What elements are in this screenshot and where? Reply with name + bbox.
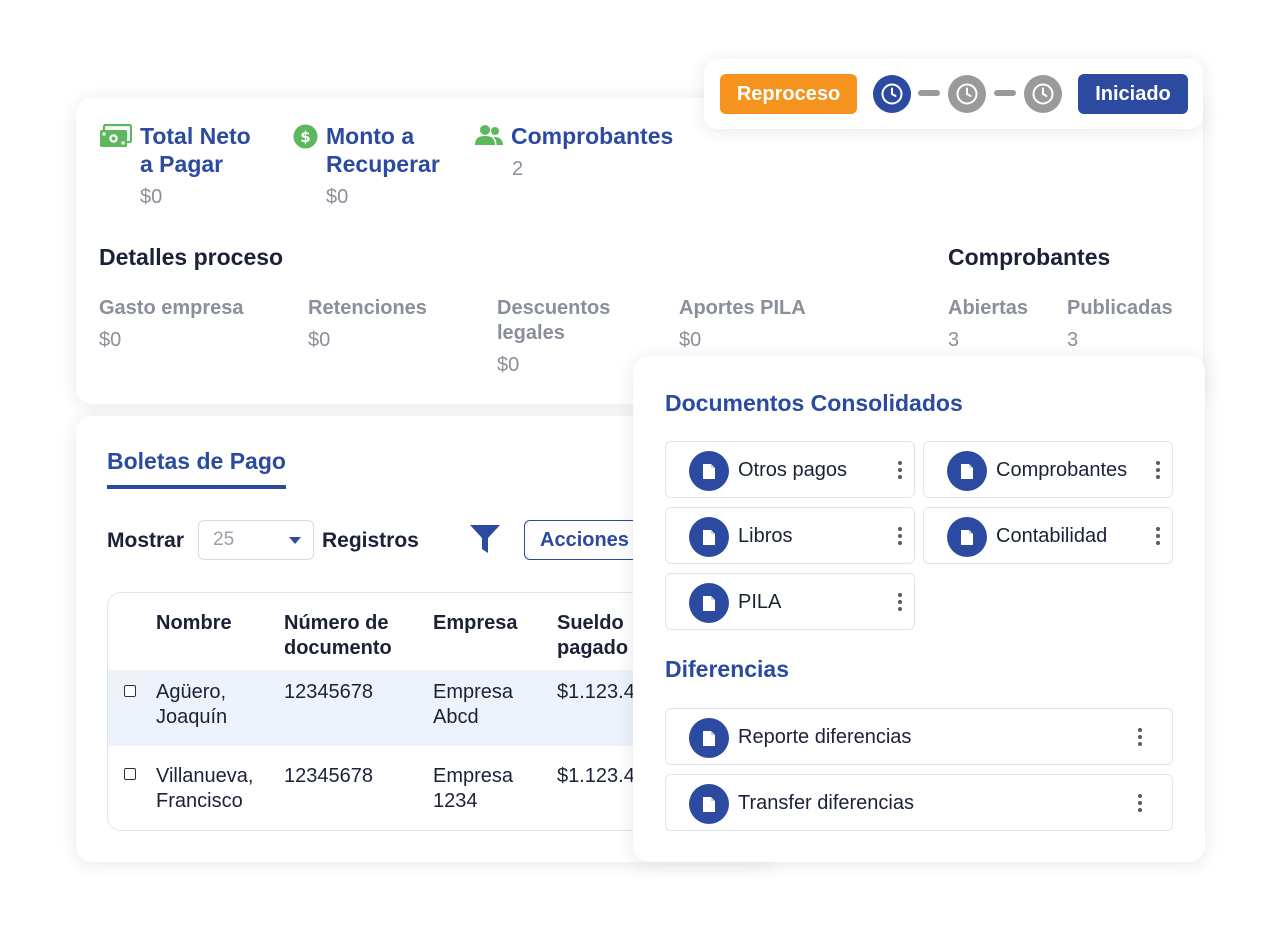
document-icon	[689, 517, 729, 557]
detail-value: 3	[1067, 329, 1079, 351]
doc-item-comprobantes[interactable]: Comprobantes	[923, 441, 1173, 498]
kebab-menu-icon[interactable]	[896, 527, 904, 547]
caret-down-icon	[289, 537, 301, 544]
kpi-monto-recuperar: $ Monto a Recuperar $0	[293, 122, 440, 209]
cell-sueldo: $1.123.4	[557, 681, 635, 703]
clock-icon	[881, 83, 903, 105]
column-header-numero-documento[interactable]: Número de documento	[284, 611, 392, 661]
iniciado-button[interactable]: Iniciado	[1078, 74, 1188, 114]
kebab-menu-icon[interactable]	[896, 593, 904, 613]
column-header-empresa[interactable]: Empresa	[433, 611, 518, 636]
dollar-circle-icon: $	[293, 124, 318, 149]
doc-item-contabilidad[interactable]: Contabilidad	[923, 507, 1173, 564]
detail-label: Publicadas	[1067, 297, 1173, 319]
step-connector	[918, 90, 940, 96]
step-3-clock-icon[interactable]	[1024, 75, 1062, 113]
cell-sueldo: $1.123.4	[557, 765, 635, 787]
document-icon	[689, 583, 729, 623]
kebab-menu-icon[interactable]	[896, 461, 904, 481]
cash-icon	[100, 124, 132, 147]
detail-label: Aportes PILA	[679, 297, 806, 319]
details-title: Detalles proceso	[99, 244, 284, 270]
doc-item-libros[interactable]: Libros	[665, 507, 915, 564]
kpi-title: Total Neto a Pagar	[140, 123, 251, 177]
detail-label: Gasto empresa	[99, 297, 244, 319]
kpi-title: Comprobantes	[511, 123, 674, 149]
cell-empresa: Empresa 1234	[433, 765, 514, 812]
users-icon	[475, 125, 503, 145]
doc-item-label: Contabilidad	[996, 525, 1108, 547]
doc-item-label: Otros pagos	[738, 459, 847, 481]
cell-nombre: Agüero, Joaquín	[156, 681, 228, 728]
kpi-title: Monto a Recuperar	[326, 123, 440, 177]
svg-text:$: $	[300, 128, 310, 146]
clock-icon	[1032, 83, 1054, 105]
column-header-sueldo-pagado[interactable]: Sueldo pagado	[557, 611, 628, 661]
cell-documento: 12345678	[284, 681, 373, 703]
step-1-clock-icon[interactable]	[873, 75, 911, 113]
detail-aportes-pila: Aportes PILA $0	[679, 296, 806, 352]
doc-item-label: Libros	[738, 525, 793, 547]
detail-value: 3	[948, 329, 960, 351]
detail-value: $0	[99, 329, 122, 351]
doc-item-label: Reporte diferencias	[738, 726, 912, 748]
kpi-value: $0	[326, 186, 349, 208]
tab-boletas-de-pago[interactable]: Boletas de Pago	[107, 448, 286, 489]
comprobantes-abiertas: Abiertas 3	[948, 296, 1028, 352]
document-icon	[947, 517, 987, 557]
kpi-value: 2	[512, 158, 524, 180]
doc-item-label: Transfer diferencias	[738, 792, 914, 814]
registros-label: Registros	[322, 529, 419, 552]
detail-label: Descuentos legales	[497, 297, 611, 344]
detail-label: Retenciones	[308, 297, 427, 319]
comprobantes-publicadas: Publicadas 3	[1067, 296, 1173, 352]
kebab-menu-icon[interactable]	[1136, 794, 1144, 814]
cell-empresa: Empresa Abcd	[433, 681, 514, 728]
document-icon	[947, 451, 987, 491]
consolidados-title: Documentos Consolidados	[665, 390, 963, 416]
mostrar-label: Mostrar	[107, 529, 185, 552]
row-checkbox[interactable]	[124, 685, 136, 697]
kebab-menu-icon[interactable]	[1154, 461, 1162, 481]
column-header-nombre[interactable]: Nombre	[156, 611, 232, 636]
filter-icon[interactable]	[469, 524, 501, 554]
detail-value: $0	[308, 329, 331, 351]
kpi-value: $0	[140, 186, 163, 208]
kpi-comprobantes: Comprobantes 2	[475, 122, 673, 181]
clock-icon	[956, 83, 978, 105]
kebab-menu-icon[interactable]	[1136, 728, 1144, 748]
doc-item-pila[interactable]: PILA	[665, 573, 915, 630]
kpi-total-neto: Total Neto a Pagar $0	[99, 122, 251, 209]
step-connector	[994, 90, 1016, 96]
detail-descuentos-legales: Descuentos legales $0	[497, 296, 610, 377]
detail-gasto-empresa: Gasto empresa $0	[99, 296, 244, 352]
doc-item-otros-pagos[interactable]: Otros pagos	[665, 441, 915, 498]
cell-nombre: Villanueva, Francisco	[156, 765, 254, 812]
doc-item-label: PILA	[738, 591, 782, 613]
status-panel: Reproceso Iniciado	[704, 59, 1203, 129]
detail-label: Abiertas	[948, 297, 1029, 319]
document-icon	[689, 451, 729, 491]
doc-item-label: Comprobantes	[996, 459, 1128, 481]
diferencias-title: Diferencias	[665, 656, 790, 682]
page-size-value: 25	[213, 529, 235, 550]
documents-panel: Documentos Consolidados Otros pagos Comp…	[633, 356, 1205, 862]
comprobantes-title: Comprobantes	[948, 244, 1111, 270]
doc-item-transfer-diferencias[interactable]: Transfer diferencias	[665, 774, 1173, 831]
cell-documento: 12345678	[284, 765, 373, 787]
step-2-clock-icon[interactable]	[948, 75, 986, 113]
kebab-menu-icon[interactable]	[1154, 527, 1162, 547]
doc-item-reporte-diferencias[interactable]: Reporte diferencias	[665, 708, 1173, 765]
detail-value: $0	[679, 329, 702, 351]
document-icon	[689, 718, 729, 758]
detail-retenciones: Retenciones $0	[308, 296, 427, 352]
reproceso-button[interactable]: Reproceso	[720, 74, 857, 114]
detail-value: $0	[497, 354, 520, 376]
page-size-select[interactable]: 25	[198, 520, 314, 560]
row-checkbox[interactable]	[124, 768, 136, 780]
document-icon	[689, 784, 729, 824]
